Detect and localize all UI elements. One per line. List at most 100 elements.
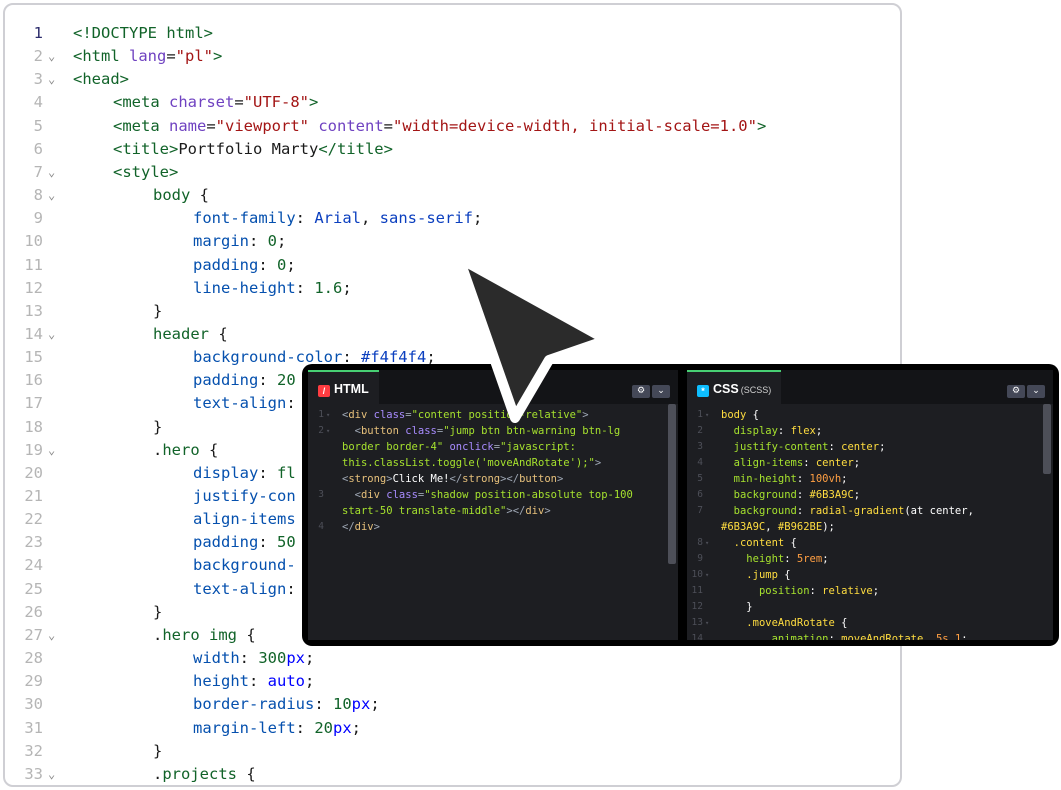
tab-css-sub: (SCSS) <box>740 385 772 395</box>
code-line[interactable]: 7 background: radial-gradient(at center, <box>687 503 1041 519</box>
code-line[interactable]: 6 <title>Portfolio Marty</title> <box>5 138 900 161</box>
tab-css[interactable]: * CSS (SCSS) <box>687 370 782 404</box>
code-text: <title>Portfolio Marty</title> <box>113 138 393 161</box>
code-line[interactable]: #6B3A9C, #B962BE); <box>687 519 1041 535</box>
fold-chevron-icon[interactable]: ▾ <box>705 567 709 583</box>
css-pane[interactable]: * CSS (SCSS) ⚙ ⌄ 1 ▾ body {2 display: flex; 3 … <box>687 370 1053 640</box>
code-token: } <box>746 601 753 613</box>
code-line[interactable]: 9 font-family: Arial, sans-serif; <box>5 207 900 230</box>
code-token: margin <box>193 232 249 251</box>
code-line[interactable]: 6 background: #6B3A9C; <box>687 487 1041 503</box>
fold-chevron-icon[interactable]: ▾ <box>705 615 709 631</box>
code-token: : <box>796 473 810 485</box>
code-line[interactable]: 32} <box>5 740 900 763</box>
code-token: 5rem <box>796 553 823 565</box>
html-settings-button[interactable]: ⚙ <box>632 385 650 398</box>
code-line[interactable]: 11 position: relative; <box>687 583 1041 599</box>
code-token: ; <box>872 585 880 597</box>
fold-chevron-icon[interactable]: ⌄ <box>48 323 55 346</box>
code-line[interactable]: 2 display: flex; <box>687 423 1041 439</box>
css-icon: * <box>697 385 709 397</box>
code-line[interactable]: 2 ⌄ <html lang="pl"> <box>5 45 900 68</box>
code-text: padding: 20 <box>193 369 296 392</box>
code-token: , <box>361 209 380 228</box>
fold-chevron-icon[interactable]: ⌄ <box>48 161 55 184</box>
code-token: background <box>733 505 797 517</box>
code-line[interactable]: 14 animation: moveAndRotate .5s 1; <box>687 631 1041 640</box>
code-token: margin-left <box>193 718 296 737</box>
fold-chevron-icon[interactable]: ▾ <box>705 407 709 423</box>
code-token: class <box>386 489 418 501</box>
code-text: body { <box>721 407 759 423</box>
code-token: > <box>544 505 551 517</box>
fold-chevron-icon[interactable]: ⌄ <box>48 184 55 207</box>
fold-chevron-icon[interactable]: ⌄ <box>48 624 55 647</box>
code-token: strong <box>348 473 387 485</box>
code-line[interactable]: 10 ▾ .jump { <box>687 567 1041 583</box>
fold-chevron-icon[interactable]: ▾ <box>326 423 330 439</box>
code-line[interactable]: start-50 translate-middle"></div> <box>308 503 666 519</box>
line-number: 18 <box>24 417 43 436</box>
css-settings-button[interactable]: ⚙ <box>1007 385 1025 398</box>
code-line[interactable]: 5 min-height: 100vh; <box>687 471 1041 487</box>
line-number: 9 <box>33 209 43 228</box>
fold-chevron-icon[interactable]: ▾ <box>326 407 330 423</box>
code-token: <meta <box>113 93 169 112</box>
line-number: 2 <box>33 47 43 66</box>
code-line[interactable]: 8 ⌄ body { <box>5 184 900 207</box>
css-code[interactable]: 1 ▾ body {2 display: flex; 3 justify-conten… <box>687 404 1053 640</box>
code-line[interactable]: 7 ⌄ <style> <box>5 161 900 184</box>
css-scrollbar[interactable] <box>1043 404 1051 474</box>
code-text: padding: 50 <box>193 531 296 554</box>
code-line[interactable]: 33 ⌄ .projects { <box>5 763 900 785</box>
line-number: 5 <box>33 116 43 135</box>
line-number: 7 <box>33 162 43 181</box>
code-token: hero img <box>162 625 247 644</box>
code-line[interactable]: 3 <div class="shadow position-absolute t… <box>308 487 666 503</box>
line-number: 22 <box>24 510 43 529</box>
line-number: 4 <box>318 521 324 532</box>
code-line[interactable]: 1 ▾ body { <box>687 407 1041 423</box>
html-collapse-button[interactable]: ⌄ <box>652 385 670 398</box>
code-line[interactable]: 9 height: 5rem; <box>687 551 1041 567</box>
code-text: .hero img { <box>153 624 256 647</box>
fold-chevron-icon[interactable]: ⌄ <box>48 45 55 68</box>
code-token: : <box>803 457 816 469</box>
code-line[interactable]: 1 <!DOCTYPE html> <box>5 22 900 45</box>
code-line[interactable]: 8 ▾ .content { <box>687 535 1041 551</box>
code-text: <!DOCTYPE html> <box>73 22 213 45</box>
html-scrollbar[interactable] <box>668 404 676 564</box>
code-line[interactable]: 31 margin-left: 20px; <box>5 717 900 740</box>
fold-chevron-icon[interactable]: ⌄ <box>48 68 55 91</box>
line-number: 31 <box>24 718 43 737</box>
code-line[interactable]: 4 </div> <box>308 519 666 535</box>
line-number: 16 <box>24 371 43 390</box>
css-collapse-button[interactable]: ⌄ <box>1027 385 1045 398</box>
code-line[interactable]: 3 ⌄ <head> <box>5 68 900 91</box>
code-line[interactable]: 12 } <box>687 599 1041 615</box>
code-text: } <box>721 599 753 615</box>
fold-chevron-icon[interactable]: ⌄ <box>48 763 55 785</box>
code-text: <meta name="viewport" content="width=dev… <box>113 115 766 138</box>
line-number: 13 <box>691 617 703 628</box>
code-line[interactable]: 3 justify-content: center; <box>687 439 1041 455</box>
code-line[interactable]: 29 height: auto; <box>5 670 900 693</box>
code-token: #B962BE <box>777 521 823 533</box>
code-line[interactable]: 4 align-items: center; <box>687 455 1041 471</box>
code-line[interactable]: 4 <meta charset="UTF-8"> <box>5 91 900 114</box>
code-token: class <box>405 425 437 437</box>
code-text: <meta charset="UTF-8"> <box>113 91 318 114</box>
code-token: } <box>153 602 163 621</box>
line-number: 6 <box>697 489 703 500</box>
code-line[interactable]: 5 <meta name="viewport" content="width=de… <box>5 115 900 138</box>
code-line[interactable]: 28 width: 300px; <box>5 647 900 670</box>
tab-html[interactable]: / HTML <box>308 370 379 404</box>
fold-chevron-icon[interactable]: ▾ <box>705 535 709 551</box>
code-line[interactable]: 13 ▾ .moveAndRotate { <box>687 615 1041 631</box>
line-number: 14 <box>24 324 43 343</box>
code-token: = <box>383 116 394 135</box>
fold-chevron-icon[interactable]: ⌄ <box>48 439 55 462</box>
code-line[interactable]: 30 border-radius: 10px; <box>5 693 900 716</box>
